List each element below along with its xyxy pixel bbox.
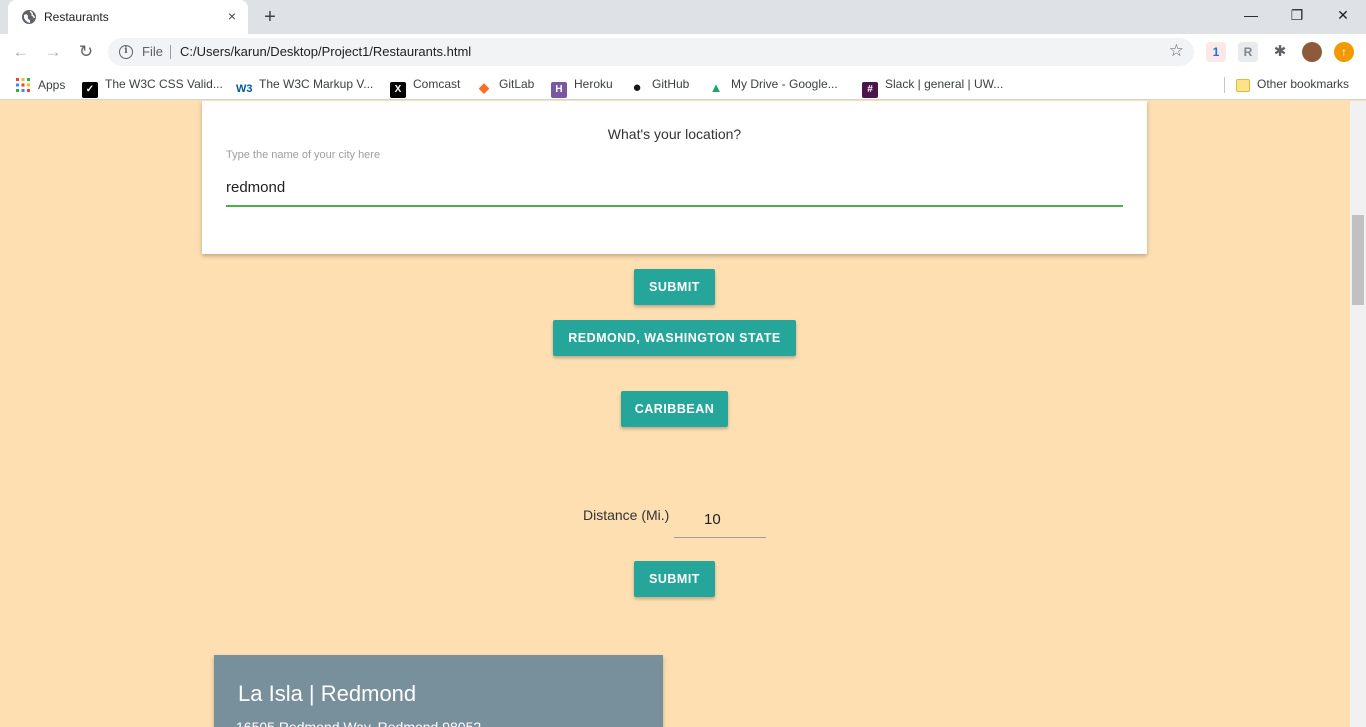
location-question: What's your location? — [607, 126, 742, 142]
bookmark-google-drive[interactable]: ▲ My Drive - Google... — [708, 77, 838, 95]
site-info-icon[interactable]: i — [119, 45, 133, 59]
tab-title: Restaurants — [44, 10, 109, 24]
tab-strip: Restaurants × + — ❐ ✕ — [0, 0, 1366, 34]
bookmark-other[interactable]: Other bookmarks — [1236, 77, 1349, 93]
bookmark-w3c-markup[interactable]: W3 The W3C Markup V... — [236, 77, 374, 95]
restore-button[interactable]: ❐ — [1274, 0, 1320, 30]
distance-label: Distance (Mi.) — [583, 507, 670, 523]
globe-icon — [22, 10, 36, 24]
cuisine-button[interactable]: CARIBBEAN — [621, 391, 728, 427]
window-close-button[interactable]: ✕ — [1320, 0, 1366, 30]
url-scheme: File — [142, 44, 163, 59]
bookmark-apps[interactable]: Apps — [15, 77, 65, 93]
submit-distance-button[interactable]: SUBMIT — [634, 561, 715, 597]
bookmark-label: GitHub — [652, 77, 690, 91]
w3c-markup-icon: W3 — [236, 83, 253, 95]
apps-grid-icon — [16, 78, 30, 92]
address-bar[interactable]: i File C:/Users/karun/Desktop/Project1/R… — [108, 38, 1194, 66]
bookmarks-bar: Apps ✓ The W3C CSS Valid... W3 The W3C Mar… — [0, 70, 1366, 100]
slack-icon: # — [862, 82, 878, 98]
city-result-button[interactable]: REDMOND, WASHINGTON STATE — [553, 320, 796, 356]
restaurant-name: La Isla | Redmond — [238, 681, 417, 706]
heroku-icon: H — [551, 82, 567, 98]
bookmark-label: The W3C CSS Valid... — [105, 77, 223, 91]
submit-city-button[interactable]: SUBMIT — [634, 269, 715, 305]
distance-input[interactable] — [674, 502, 766, 538]
page-viewport: What's your location? Type the name of y… — [0, 101, 1350, 727]
page-scrollbar[interactable] — [1350, 101, 1366, 727]
bookmark-heroku[interactable]: H Heroku — [551, 77, 613, 98]
bookmark-label: Heroku — [574, 77, 613, 91]
browser-tab[interactable]: Restaurants × — [8, 0, 248, 34]
location-card: What's your location? Type the name of y… — [202, 101, 1147, 254]
bookmark-github[interactable]: ● GitHub — [629, 77, 690, 96]
bookmark-label: The W3C Markup V... — [259, 77, 374, 91]
new-tab-button[interactable]: + — [258, 6, 282, 28]
bookmark-comcast[interactable]: X Comcast — [390, 77, 461, 98]
bookmark-label: GitLab — [499, 77, 535, 91]
restaurant-address: 16505 Redmond Way, Redmond 98052 — [236, 719, 482, 727]
close-tab-icon[interactable]: × — [224, 8, 240, 24]
bookmark-star-icon[interactable]: ☆ — [1169, 41, 1184, 61]
google-drive-icon: ▲ — [709, 80, 723, 95]
update-indicator-icon[interactable]: ↑ — [1334, 42, 1354, 62]
comcast-icon: X — [390, 82, 406, 98]
bookmark-slack[interactable]: # Slack | general | UW... — [862, 77, 1004, 98]
extensions-puzzle-icon[interactable]: ✱ — [1270, 42, 1290, 62]
minimize-button[interactable]: — — [1228, 0, 1274, 30]
w3c-css-icon: ✓ — [82, 82, 98, 98]
scheme-divider — [170, 45, 171, 59]
restaurant-result-card[interactable]: La Isla | Redmond 16505 Redmond Way, Red… — [214, 655, 663, 727]
bookmark-gitlab[interactable]: ◆ GitLab — [476, 77, 535, 95]
city-input[interactable] — [226, 169, 1123, 207]
profile-avatar-icon[interactable] — [1302, 42, 1322, 62]
bookmark-label: Slack | general | UW... — [885, 77, 1004, 91]
bookmark-label: My Drive - Google... — [731, 77, 838, 91]
url-text[interactable]: C:/Users/karun/Desktop/Project1/Restaura… — [180, 44, 471, 59]
bookmarks-divider — [1224, 77, 1225, 93]
back-button[interactable]: ← — [9, 40, 33, 64]
reload-button[interactable]: ↻ — [74, 40, 98, 64]
scrollbar-thumb[interactable] — [1352, 215, 1364, 305]
folder-icon — [1236, 79, 1250, 92]
bookmark-label: Comcast — [413, 77, 461, 91]
bookmark-label: Apps — [38, 78, 66, 92]
browser-toolbar: ← → ↻ i File C:/Users/karun/Desktop/Proj… — [0, 34, 1366, 70]
extension-badge-icon[interactable]: 1 — [1206, 42, 1226, 62]
forward-button[interactable]: → — [41, 40, 65, 64]
github-icon: ● — [632, 79, 642, 96]
bookmark-label: Other bookmarks — [1257, 77, 1350, 91]
city-input-label: Type the name of your city here — [226, 149, 381, 161]
gitlab-icon: ◆ — [479, 80, 489, 95]
bookmark-w3c-css[interactable]: ✓ The W3C CSS Valid... — [82, 77, 223, 98]
extension-r-icon[interactable]: R — [1238, 42, 1258, 62]
